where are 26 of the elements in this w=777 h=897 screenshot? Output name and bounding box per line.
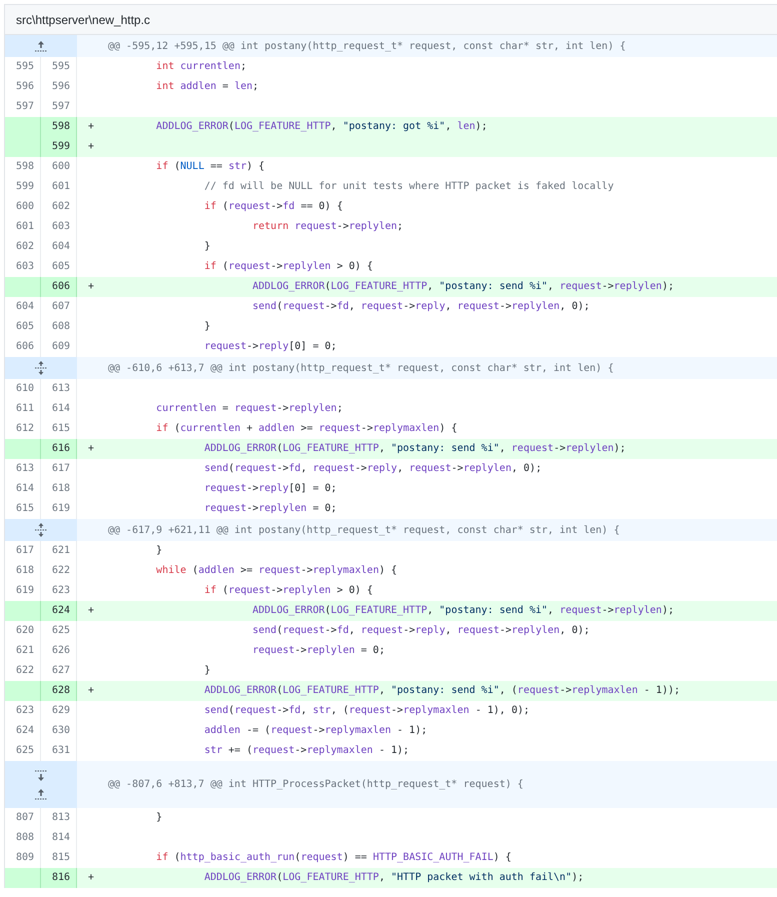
gutter-cell [5,868,41,888]
line-number: 599 [41,137,77,157]
diff-marker: + [77,277,108,297]
hunk-header: @@ -617,9 +621,11 @@ int postany(http_request_t* request, const char* str, int len) { [77,519,777,541]
diff-marker: + [77,117,108,137]
diff-marker: + [77,439,108,459]
line-number: 606 [41,277,77,297]
line-number: 616 [41,439,77,459]
hunk-header: @@ -595,12 +595,15 @@ int postany(http_request_t* request, const char* str, int len) { [77,35,777,57]
line-number: 816 [41,868,77,888]
gutter-cell [5,439,41,459]
line-number: 624 [41,601,77,621]
file-header: src\httpserver\new_http.c [5,5,777,35]
line-number: 628 [41,681,77,701]
diff-marker: + [77,681,108,701]
diff-marker: + [77,868,108,888]
gutter-cell [5,277,41,297]
diff-marker: + [77,137,108,157]
gutter-cell [5,137,41,157]
gutter-cell [5,117,41,137]
gutter-cell [5,601,41,621]
line-number: 598 [41,117,77,137]
diff-marker: + [77,601,108,621]
hunk-header: @@ -807,6 +813,7 @@ int HTTP_ProcessPacket(http_request_t* request) { [77,761,777,808]
hunk-header: @@ -610,6 +613,7 @@ int postany(http_request_t* request, const char* str, int len) { [77,357,777,379]
gutter-cell [5,681,41,701]
